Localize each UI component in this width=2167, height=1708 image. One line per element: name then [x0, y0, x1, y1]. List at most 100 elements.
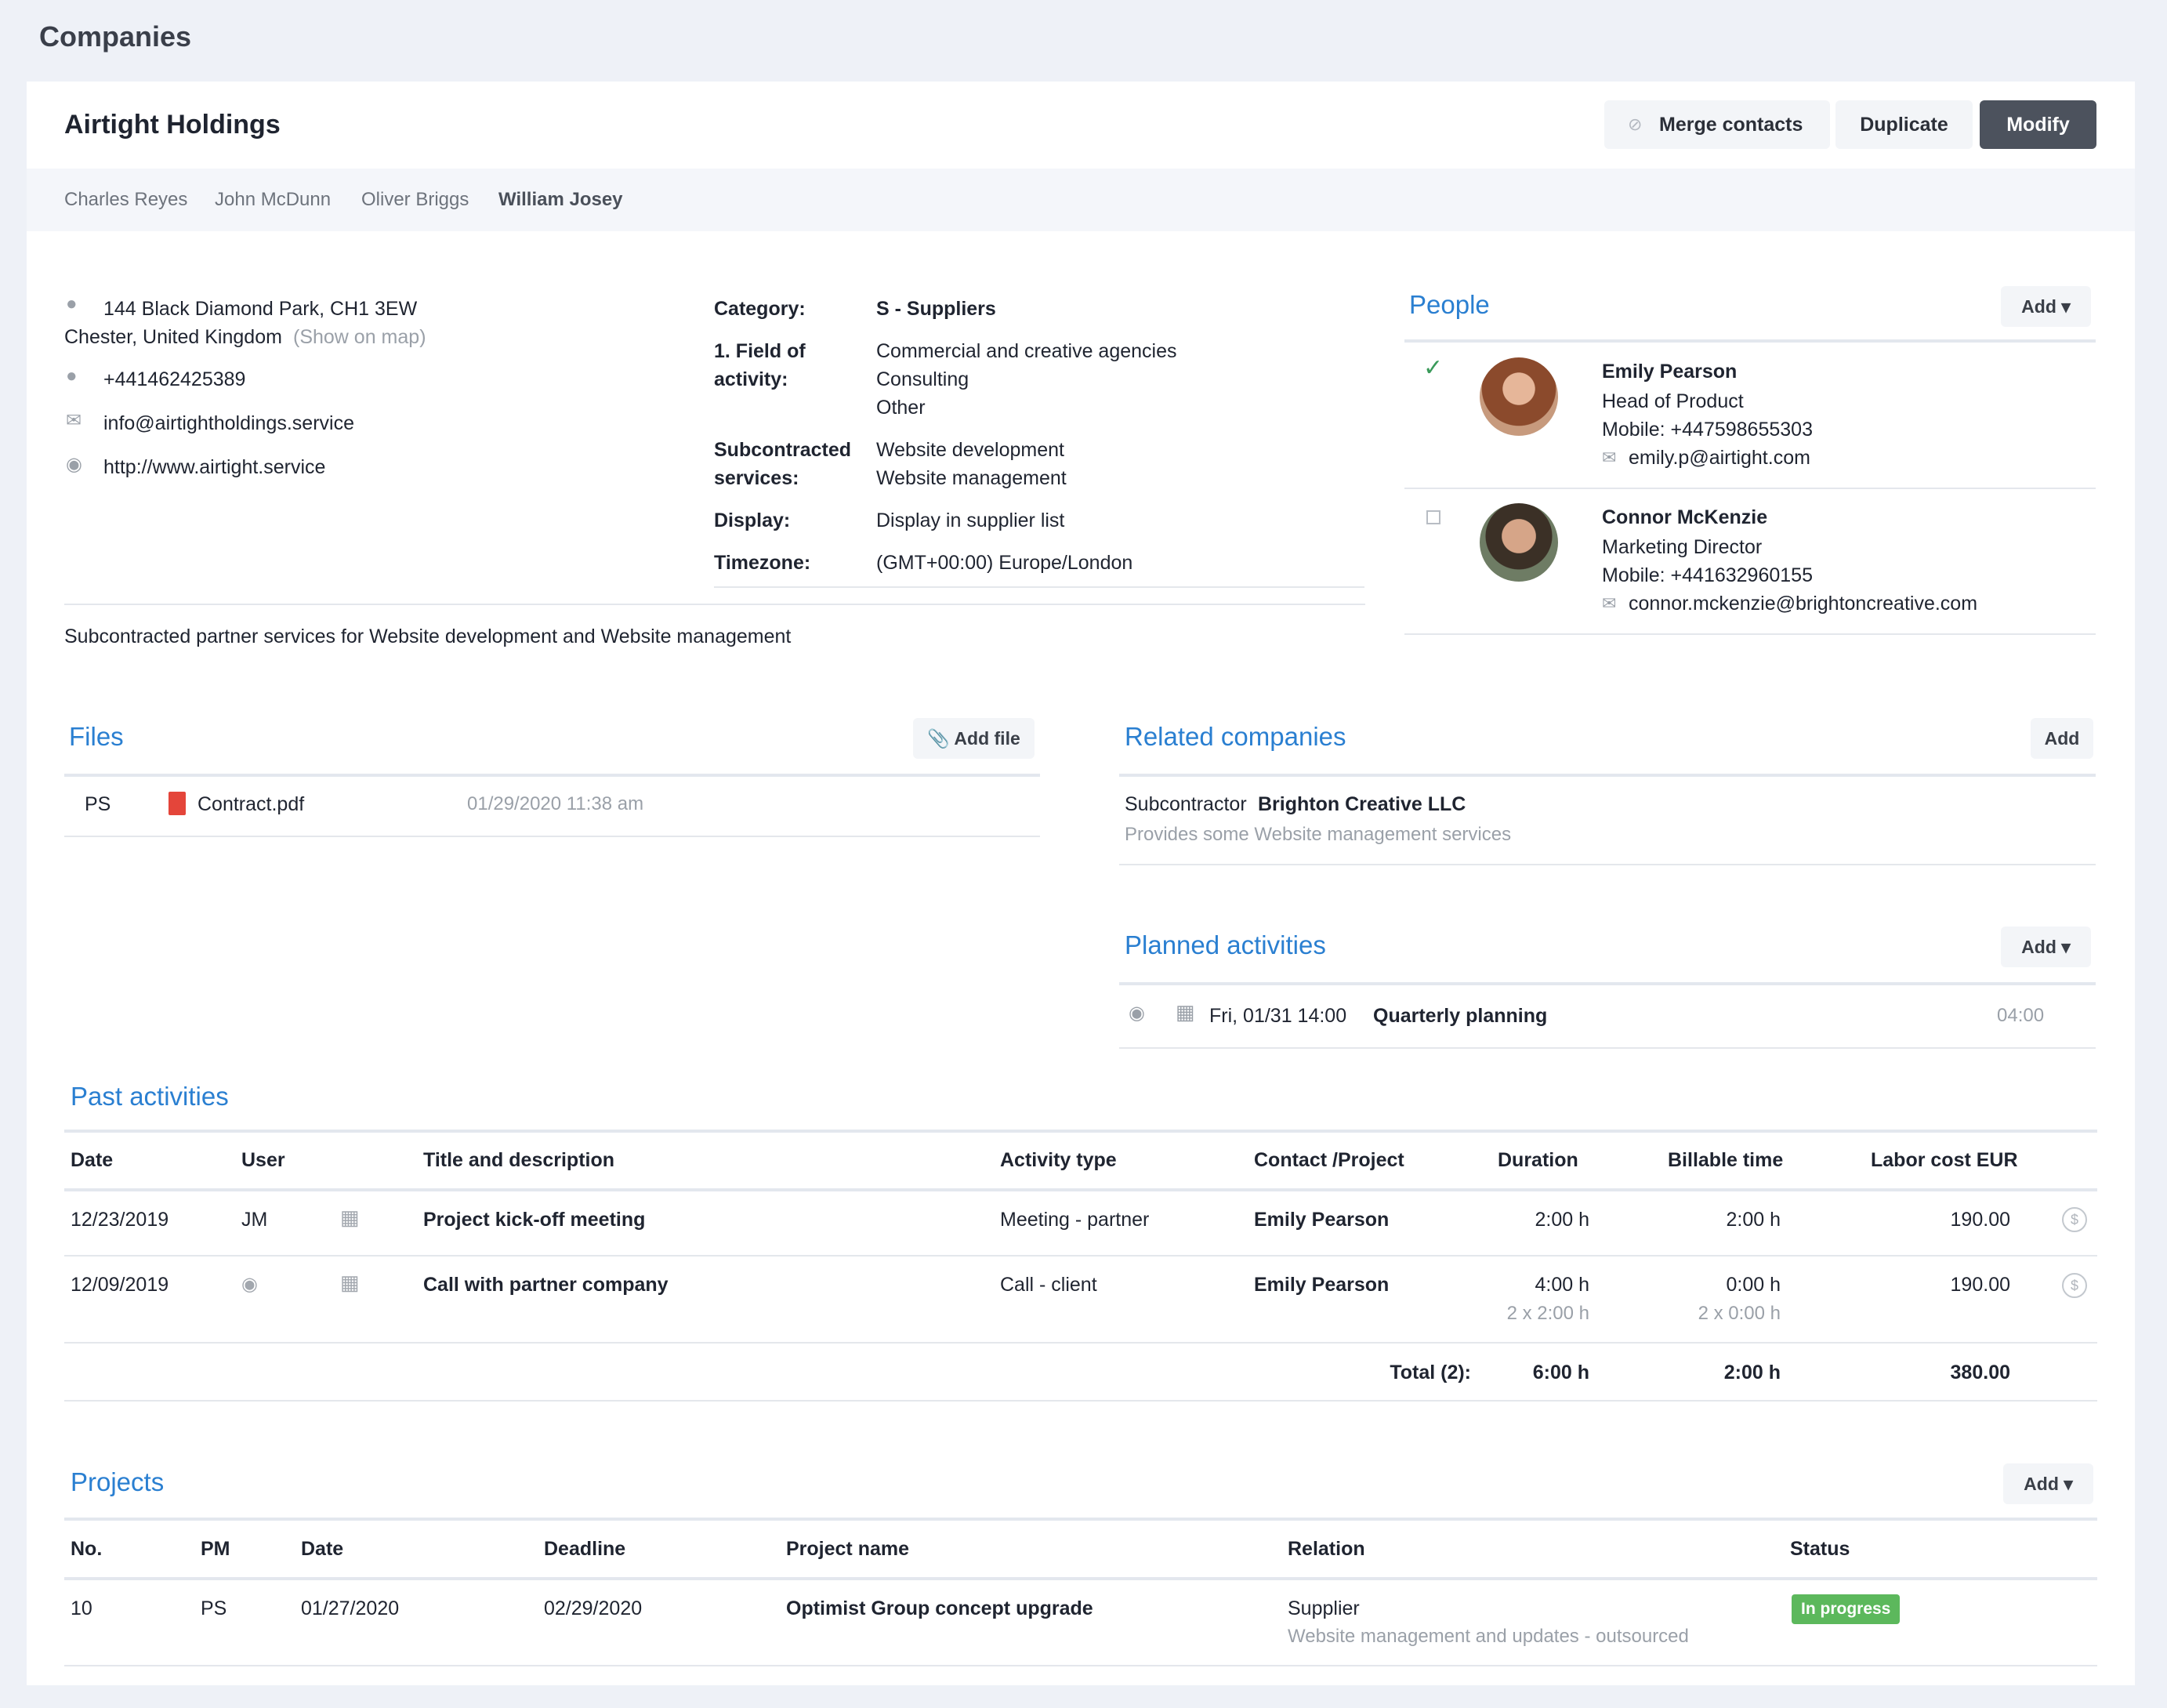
file-user: PS [85, 793, 111, 815]
status-badge: In progress [1792, 1594, 1901, 1624]
company-email[interactable]: info@airtightholdings.service [103, 412, 354, 435]
related-add-button[interactable]: Add [2031, 718, 2093, 759]
project-relation-note: Website management and updates - outsour… [1288, 1626, 1689, 1647]
company-name: Airtight Holdings [64, 110, 281, 140]
related-relation: Subcontractor [1125, 793, 1247, 815]
file-date: 01/29/2020 11:38 am [467, 793, 644, 814]
people-add-button[interactable]: Add ▾ [2001, 286, 2091, 327]
total-billable: 2:00 h [1723, 1362, 1781, 1383]
project-name[interactable]: Optimist Group concept upgrade [786, 1597, 1093, 1620]
people-divider [1404, 488, 2096, 489]
activity-contact[interactable]: Emily Pearson [1254, 1274, 1389, 1296]
subcontracted-label-2: services: [714, 467, 799, 489]
planned-header-line [1119, 982, 2096, 985]
contacts-tab-bar [27, 169, 2135, 231]
projects-title: Projects [71, 1467, 165, 1496]
related-header-line [1119, 774, 2096, 777]
person-name[interactable]: Connor McKenzie [1602, 506, 1767, 529]
past-row-divider [64, 1342, 2097, 1344]
contact-tab-john[interactable]: John McDunn [215, 189, 331, 211]
calendar-icon: ▦ [340, 1206, 360, 1229]
planned-activity-name[interactable]: Quarterly planning [1373, 1005, 1547, 1028]
planned-date: Fri, 01/31 14:00 [1209, 1005, 1347, 1027]
people-icon: ◉ [1129, 1003, 1145, 1024]
people-title: People [1409, 290, 1490, 319]
activity-cost: 190.00 [1950, 1209, 2010, 1231]
col-deadline: Deadline [544, 1538, 626, 1560]
col-user: User [241, 1149, 285, 1171]
contact-tab-oliver[interactable]: Oliver Briggs [361, 189, 469, 211]
people-header-line [1404, 339, 2096, 343]
file-name[interactable]: Contract.pdf [197, 793, 304, 816]
total-duration: 6:00 h [1532, 1362, 1589, 1383]
activity-title[interactable]: Call with partner company [423, 1274, 669, 1296]
address-line1: 144 Black Diamond Park, CH1 3EW [103, 298, 418, 320]
field-value-1: Commercial and creative agencies [876, 340, 1177, 362]
field-value-3: Other [876, 397, 926, 419]
person-role: Marketing Director [1602, 536, 1763, 558]
projects-add-button[interactable]: Add ▾ [2003, 1463, 2093, 1504]
display-value: Display in supplier list [876, 509, 1065, 531]
company-website[interactable]: http://www.airtight.service [103, 456, 325, 479]
activity-duration: 4:00 h [1535, 1274, 1589, 1296]
address-line2: Chester, United Kingdom [64, 326, 282, 348]
person-mobile: Mobile: +447598655303 [1602, 419, 1813, 441]
merge-contacts-button[interactable]: ⊘ Merge contacts [1604, 100, 1830, 149]
activity-user: JM [241, 1209, 268, 1231]
activity-billable: 0:00 h [1726, 1274, 1781, 1296]
checkmark-icon[interactable]: ✓ [1423, 354, 1443, 382]
globe-icon: ◉ [66, 454, 82, 475]
planned-divider [1119, 1047, 2096, 1049]
col-billable: Billable time [1668, 1149, 1784, 1171]
person-email[interactable]: emily.p@airtight.com [1629, 447, 1810, 470]
files-title: Files [69, 722, 124, 751]
people-divider [1404, 633, 2096, 635]
person-role: Head of Product [1602, 390, 1744, 412]
duplicate-button[interactable]: Duplicate [1835, 100, 1973, 149]
col-project-name: Project name [786, 1538, 910, 1560]
total-cost: 380.00 [1950, 1362, 2010, 1383]
related-company-name[interactable]: Brighton Creative LLC [1258, 793, 1466, 816]
contact-tab-charles[interactable]: Charles Reyes [64, 189, 187, 211]
col-date: Date [301, 1538, 344, 1560]
add-file-button[interactable]: 📎 Add file [913, 718, 1035, 759]
projects-row-divider [64, 1665, 2097, 1666]
activity-contact[interactable]: Emily Pearson [1254, 1209, 1389, 1231]
timezone-label: Timezone: [714, 552, 811, 574]
avatar-emily [1480, 357, 1558, 436]
category-value: S - Suppliers [876, 298, 996, 320]
page-title: Companies [39, 20, 192, 53]
planned-add-button[interactable]: Add ▾ [2001, 927, 2091, 967]
col-no: No. [71, 1538, 103, 1560]
company-page: Companies Airtight Holdings ⊘ Merge cont… [0, 0, 2167, 1708]
subcontracted-value-1: Website development [876, 439, 1064, 461]
calendar-icon: ▦ [1176, 1000, 1195, 1024]
show-on-map-link[interactable]: (Show on map) [293, 326, 426, 349]
past-header-line-top [64, 1130, 2097, 1133]
col-relation: Relation [1288, 1538, 1365, 1560]
avatar-connor [1480, 503, 1558, 582]
col-status: Status [1790, 1538, 1850, 1560]
activity-type: Meeting - partner [1000, 1209, 1150, 1231]
company-phone[interactable]: +441462425389 [103, 368, 245, 391]
col-pm: PM [201, 1538, 230, 1560]
total-label: Total (2): [1390, 1362, 1471, 1383]
phone-icon: ● [66, 365, 78, 386]
activity-type: Call - client [1000, 1274, 1097, 1296]
activity-title[interactable]: Project kick-off meeting [423, 1209, 645, 1231]
dollar-icon[interactable]: $ [2062, 1207, 2087, 1232]
person-checkbox[interactable] [1426, 510, 1440, 524]
person-email[interactable]: connor.mckenzie@brightoncreative.com [1629, 593, 1977, 615]
files-header-line [64, 774, 1040, 777]
col-contact-project: Contact /Project [1254, 1149, 1404, 1171]
files-divider [64, 836, 1040, 837]
activity-cost: 190.00 [1950, 1274, 2010, 1296]
modify-button[interactable]: Modify [1980, 100, 2096, 149]
project-pm: PS [201, 1597, 227, 1619]
dollar-icon[interactable]: $ [2062, 1273, 2087, 1298]
past-total-divider [64, 1400, 2097, 1402]
past-row-divider [64, 1255, 2097, 1257]
related-title: Related companies [1125, 722, 1346, 751]
contact-tab-william[interactable]: William Josey [498, 189, 623, 211]
person-name[interactable]: Emily Pearson [1602, 361, 1737, 383]
